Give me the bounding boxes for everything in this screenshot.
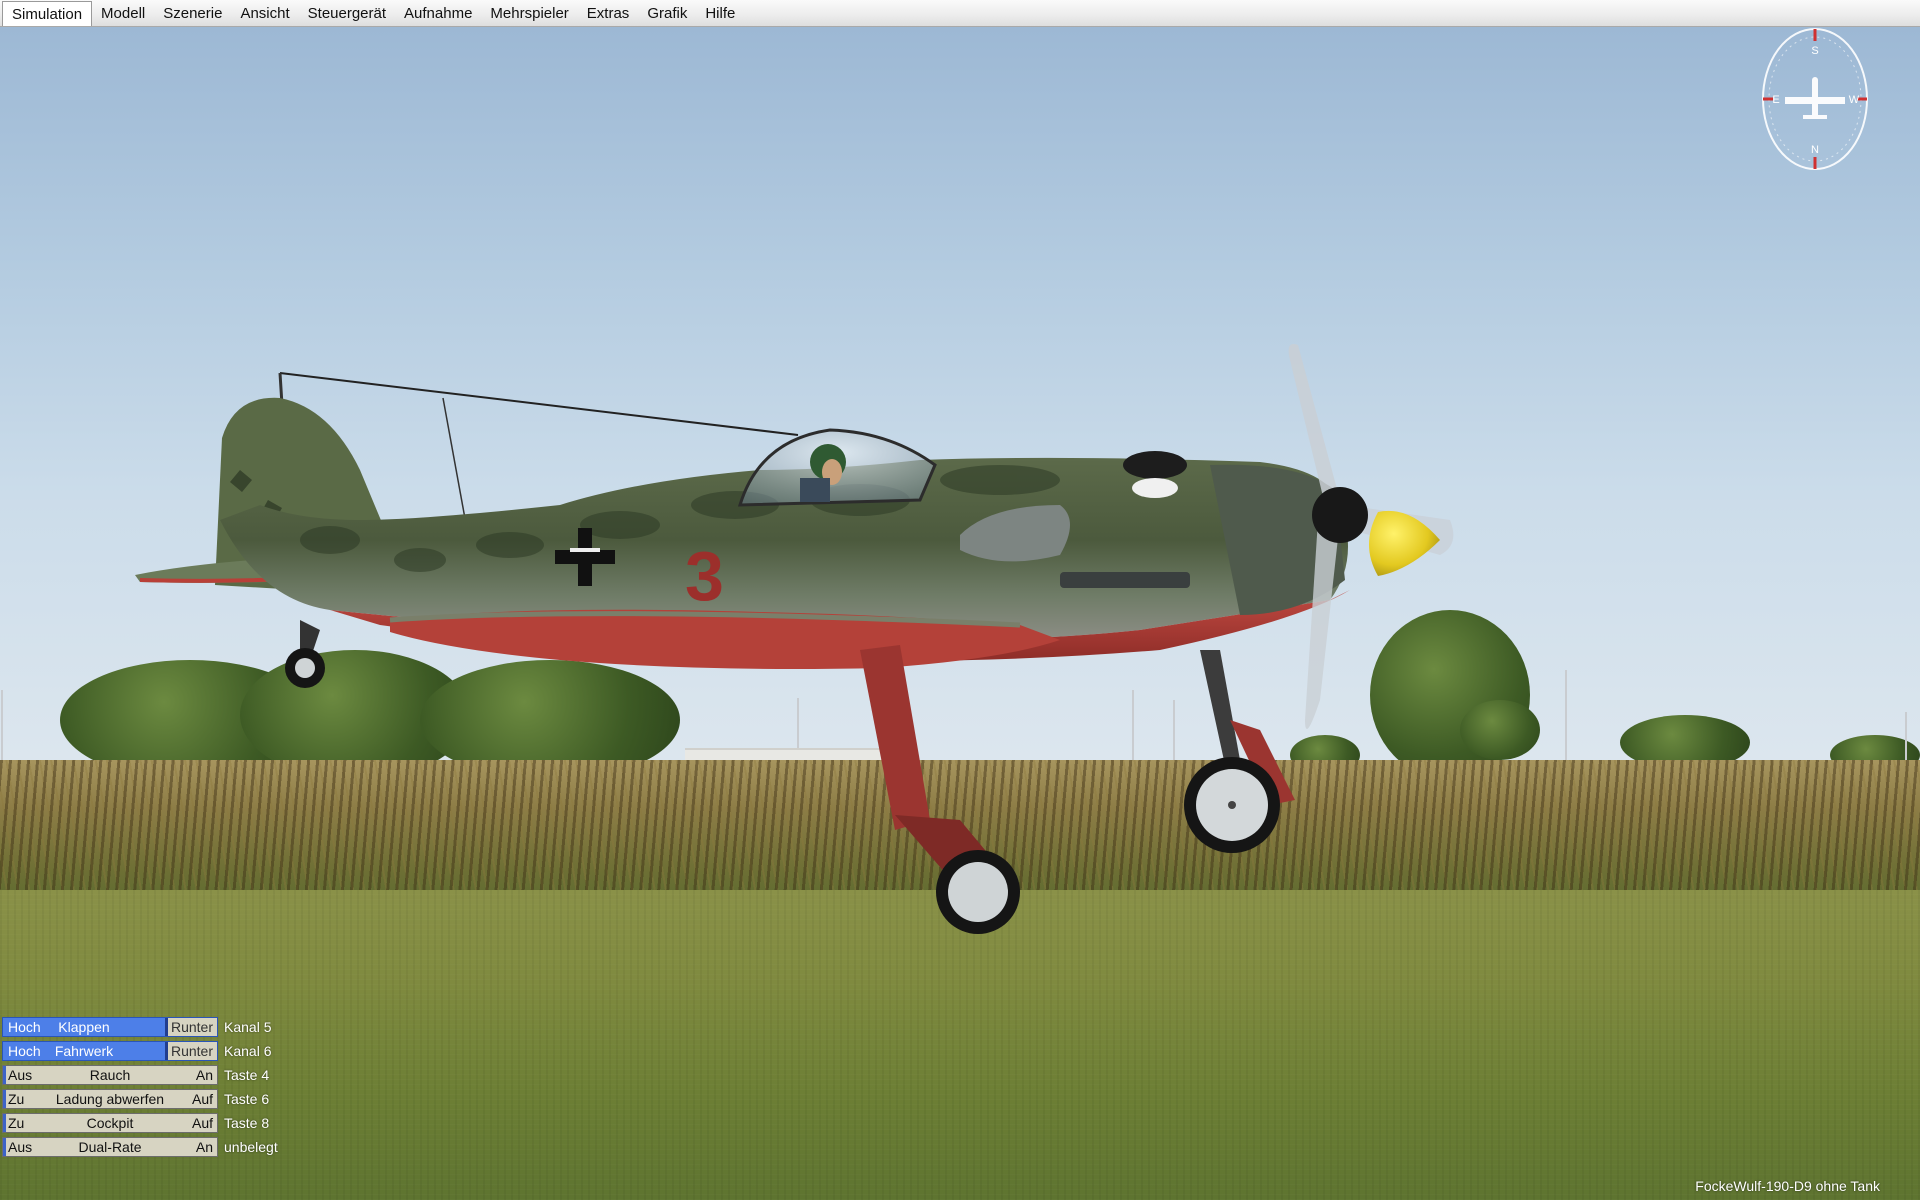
switch-right-label: An [195,1067,213,1083]
menu-modell[interactable]: Modell [92,0,154,26]
switch-assignment: Kanal 5 [224,1019,272,1035]
switch-name: Ladung abwerfen [55,1091,165,1107]
airplane-icon [1785,77,1845,119]
switch-assignment: unbelegt [224,1139,278,1155]
fuselage-number: 3 [685,537,724,615]
switch-name: Rauch [89,1067,131,1083]
compass-letter-right: W [1849,94,1860,106]
menu-steuergeraet[interactable]: Steuergerät [299,0,395,26]
switch-right-label: An [195,1139,213,1155]
switch-assignment: Taste 6 [224,1091,270,1107]
switch-dual-rate[interactable]: Aus Dual-Rate An unbelegt [2,1136,278,1158]
aircraft-model: 3 [135,344,1454,934]
switch-right-label: Auf [191,1115,213,1131]
switch-name: Klappen [58,1019,110,1035]
menu-extras[interactable]: Extras [578,0,639,26]
simulation-viewport[interactable]: 3 [0,0,1920,1200]
compass-widget: S E W N [1760,26,1870,174]
switch-name: Dual-Rate [78,1139,142,1155]
switch-assignment: Taste 4 [224,1067,270,1083]
switch-fahrwerk[interactable]: Hoch Fahrwerk Runter Kanal 6 [2,1040,278,1062]
menu-aufnahme[interactable]: Aufnahme [395,0,481,26]
switch-cockpit[interactable]: Zu Cockpit Auf Taste 8 [2,1112,278,1134]
menu-ansicht[interactable]: Ansicht [231,0,298,26]
compass-letter-left: E [1772,94,1779,106]
compass-letter-bottom: N [1811,144,1819,156]
switch-assignment: Kanal 6 [224,1043,272,1059]
switch-right-label: Runter [170,1019,213,1035]
menu-mehrspieler[interactable]: Mehrspieler [481,0,577,26]
switch-right-label: Auf [191,1091,213,1107]
switch-rauch[interactable]: Aus Rauch An Taste 4 [2,1064,278,1086]
switch-assignment: Taste 8 [224,1115,270,1131]
switch-panel: Hoch Klappen Runter Kanal 5 Hoch Fahrwer… [2,1016,278,1160]
menu-szenerie[interactable]: Szenerie [154,0,231,26]
compass-letter-top: S [1811,45,1818,57]
switch-klappen[interactable]: Hoch Klappen Runter Kanal 5 [2,1016,278,1038]
switch-name: Fahrwerk [54,1043,114,1059]
menu-bar: Simulation Modell Szenerie Ansicht Steue… [0,0,1920,27]
menu-grafik[interactable]: Grafik [638,0,696,26]
switch-name: Cockpit [86,1115,134,1131]
switch-right-label: Runter [170,1043,213,1059]
model-name-label: FockeWulf-190-D9 ohne Tank [1695,1178,1880,1194]
switch-ladung-abwerfen[interactable]: Zu Ladung abwerfen Auf Taste 6 [2,1088,278,1110]
menu-simulation[interactable]: Simulation [2,1,93,26]
menu-hilfe[interactable]: Hilfe [696,0,744,26]
